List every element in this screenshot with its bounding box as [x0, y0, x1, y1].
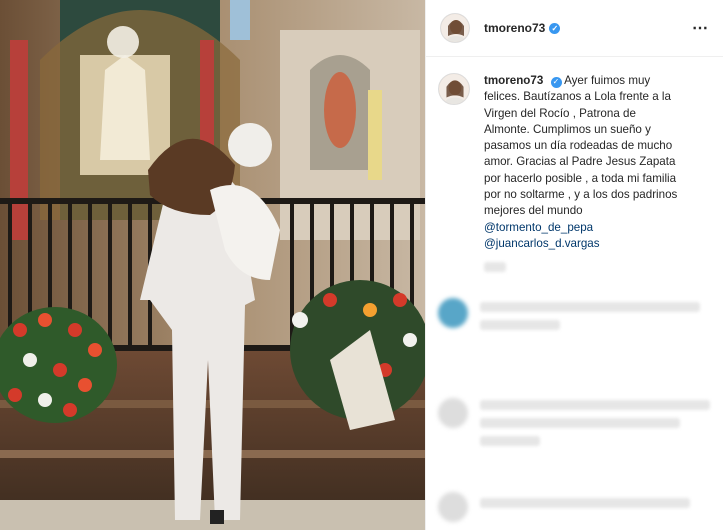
- post-header: tmoreno73 ✓ ⋯: [426, 0, 723, 57]
- avatar: [438, 492, 468, 522]
- mention-link[interactable]: @juancarlos_d.vargas: [484, 236, 709, 252]
- blurred-timestamp: [484, 262, 506, 273]
- more-options-icon[interactable]: ⋯: [692, 18, 709, 38]
- post-side-panel: tmoreno73 ✓ ⋯ tmoreno73 ✓ Ayer fuimos mu…: [425, 0, 723, 530]
- caption-line: pasamos un día rodeadas de mucho: [484, 139, 673, 153]
- post-photo[interactable]: [0, 0, 425, 530]
- header-username[interactable]: tmoreno73 ✓: [484, 21, 561, 35]
- verified-badge-icon: ✓: [549, 22, 561, 34]
- caption-line: felices. Bautízanos a Lola frente a la: [484, 90, 671, 104]
- caption-line: Ayer fuimos muy: [564, 74, 651, 87]
- blurred-comment: [438, 298, 700, 330]
- caption: tmoreno73 ✓ Ayer fuimos muy felices. Bau…: [426, 57, 723, 273]
- caption-line: por hacerlo posible , a toda mi familia: [484, 171, 677, 185]
- caption-line: por no soltarme , y a los dos padrinos: [484, 188, 678, 202]
- caption-line: Almonte. Cumplimos un sueño y: [484, 122, 651, 136]
- avatar: [438, 398, 468, 428]
- caption-line: mejores del mundo: [484, 204, 583, 218]
- username-link[interactable]: tmoreno73: [484, 21, 545, 35]
- avatar[interactable]: [440, 13, 470, 43]
- avatar: [438, 298, 468, 328]
- mention-link[interactable]: @tormento_de_pepa: [484, 220, 709, 236]
- verified-badge-icon: ✓: [550, 76, 562, 88]
- caption-line: amor. Gracias al Padre Jesus Zapata: [484, 155, 676, 169]
- caption-text: tmoreno73 ✓ Ayer fuimos muy felices. Bau…: [484, 73, 709, 273]
- church-baptism-photo: [0, 0, 425, 530]
- caption-line: Virgen del Rocío , Patrona de: [484, 106, 636, 120]
- caption-avatar[interactable]: [438, 73, 470, 105]
- blurred-comment: [438, 492, 690, 522]
- blurred-comment: [438, 398, 710, 446]
- caption-username[interactable]: tmoreno73: [484, 74, 543, 87]
